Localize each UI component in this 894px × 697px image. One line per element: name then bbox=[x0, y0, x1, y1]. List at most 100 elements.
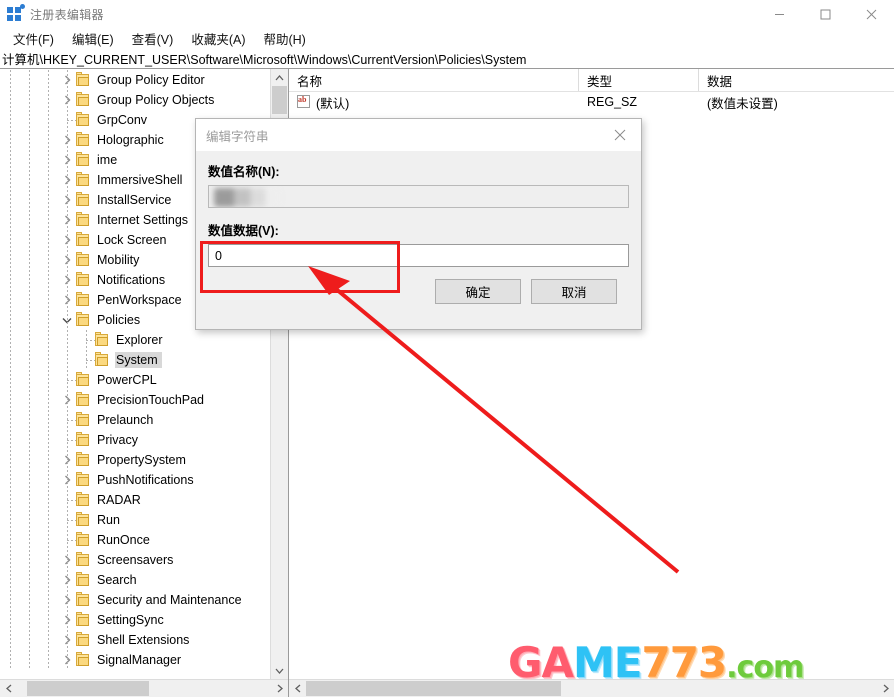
tree-guide-line bbox=[10, 470, 11, 490]
tree-item-group-policy-editor[interactable]: Group Policy Editor bbox=[0, 70, 270, 90]
value-row[interactable]: ab (默认) REG_SZ (数值未设置) bbox=[289, 92, 894, 112]
value-data-cell: (数值未设置) bbox=[707, 96, 778, 111]
tree-item-label: Mobility bbox=[97, 253, 140, 267]
registry-grid-icon bbox=[7, 4, 25, 22]
tree-guide-line bbox=[48, 310, 49, 330]
tree-item-privacy[interactable]: Privacy bbox=[0, 430, 270, 450]
folder-icon bbox=[75, 452, 91, 468]
list-hscroll-thumb[interactable] bbox=[306, 681, 561, 696]
tree-guide-line bbox=[48, 210, 49, 230]
tree-item-screensavers[interactable]: Screensavers bbox=[0, 550, 270, 570]
tree-item-security-and-maintenance[interactable]: Security and Maintenance bbox=[0, 590, 270, 610]
tree-guide-line bbox=[10, 190, 11, 210]
menu-file[interactable]: 文件(F) bbox=[4, 27, 63, 50]
tree-hscroll-track[interactable] bbox=[17, 680, 271, 697]
tree-item-label: ImmersiveShell bbox=[97, 173, 183, 187]
tree-item-label: Internet Settings bbox=[97, 213, 189, 227]
tree-item-propertysystem[interactable]: PropertySystem bbox=[0, 450, 270, 470]
tree-guide-line bbox=[10, 150, 11, 170]
folder-icon bbox=[75, 612, 91, 628]
tree-hscroll-thumb[interactable] bbox=[27, 681, 149, 696]
tree-item-explorer[interactable]: Explorer bbox=[0, 330, 270, 350]
tree-item-label: Privacy bbox=[97, 433, 138, 447]
tree-item-label: Lock Screen bbox=[97, 233, 167, 247]
tree-item-signalmanager[interactable]: SignalManager bbox=[0, 650, 270, 670]
tree-guide-line bbox=[67, 570, 68, 590]
tree-guide-line bbox=[48, 250, 49, 270]
tree-guide-line bbox=[48, 350, 49, 370]
tree-guide-line bbox=[67, 310, 68, 330]
tree-guide-line bbox=[10, 70, 11, 90]
tree-guide-line bbox=[48, 530, 49, 550]
scroll-up-icon[interactable] bbox=[271, 69, 288, 86]
scroll-left-icon[interactable] bbox=[289, 680, 306, 697]
tree-scroll-thumb[interactable] bbox=[272, 86, 287, 114]
tree-guide-line bbox=[29, 530, 30, 550]
tree-item-prelaunch[interactable]: Prelaunch bbox=[0, 410, 270, 430]
tree-guide-line bbox=[29, 350, 30, 370]
tree-item-shell-extensions[interactable]: Shell Extensions bbox=[0, 630, 270, 650]
value-name-input[interactable] bbox=[208, 185, 629, 208]
column-header-type[interactable]: 类型 bbox=[579, 69, 699, 91]
tree-guide-line bbox=[67, 350, 68, 370]
menu-favorites[interactable]: 收藏夹(A) bbox=[182, 27, 254, 50]
tree-item-search[interactable]: Search bbox=[0, 570, 270, 590]
column-header-data[interactable]: 数据 bbox=[699, 69, 879, 91]
tree-horizontal-scrollbar[interactable] bbox=[0, 679, 288, 697]
tree-guide-line bbox=[10, 390, 11, 410]
close-button[interactable] bbox=[848, 0, 894, 28]
scroll-right-icon[interactable] bbox=[877, 680, 894, 697]
tree-item-runonce[interactable]: RunOnce bbox=[0, 530, 270, 550]
tree-item-system[interactable]: System bbox=[0, 350, 270, 370]
folder-icon bbox=[75, 432, 91, 448]
tree-guide-line bbox=[10, 410, 11, 430]
menu-view[interactable]: 查看(V) bbox=[123, 27, 183, 50]
value-data-input[interactable]: 0 bbox=[208, 244, 629, 267]
tree-item-run[interactable]: Run bbox=[0, 510, 270, 530]
ok-button[interactable]: 确定 bbox=[435, 279, 521, 304]
menu-help[interactable]: 帮助(H) bbox=[254, 27, 314, 50]
tree-guide-line bbox=[10, 350, 11, 370]
tree-guide-line bbox=[67, 470, 68, 490]
dialog-close-icon[interactable] bbox=[599, 119, 641, 151]
tree-item-label: Group Policy Editor bbox=[97, 73, 205, 87]
scroll-right-icon[interactable] bbox=[271, 680, 288, 697]
list-hscroll-track[interactable] bbox=[306, 680, 877, 697]
tree-guide-line bbox=[10, 530, 11, 550]
tree-guide-line bbox=[67, 650, 68, 670]
tree-item-label: Security and Maintenance bbox=[97, 593, 242, 607]
tree-item-precisiontouchpad[interactable]: PrecisionTouchPad bbox=[0, 390, 270, 410]
menu-edit[interactable]: 编辑(E) bbox=[63, 27, 123, 50]
tree-guide-line bbox=[48, 390, 49, 410]
value-data-label: 数值数据(V): bbox=[208, 224, 279, 238]
tree-guide-line bbox=[48, 510, 49, 530]
tree-item-pushnotifications[interactable]: PushNotifications bbox=[0, 470, 270, 490]
tree-guide-line bbox=[10, 250, 11, 270]
tree-item-radar[interactable]: RADAR bbox=[0, 490, 270, 510]
tree-guide-line bbox=[48, 150, 49, 170]
folder-icon bbox=[75, 132, 91, 148]
tree-guide-line bbox=[48, 410, 49, 430]
tree-item-settingsync[interactable]: SettingSync bbox=[0, 610, 270, 630]
scroll-down-icon[interactable] bbox=[271, 662, 288, 679]
tree-guide-line bbox=[10, 570, 11, 590]
tree-item-powercpl[interactable]: PowerCPL bbox=[0, 370, 270, 390]
folder-icon bbox=[75, 192, 91, 208]
folder-icon bbox=[75, 532, 91, 548]
column-header-name[interactable]: 名称 bbox=[289, 69, 579, 91]
maximize-button[interactable] bbox=[802, 0, 848, 28]
tree-guide-line bbox=[48, 110, 49, 130]
scroll-left-icon[interactable] bbox=[0, 680, 17, 697]
tree-guide-line bbox=[29, 250, 30, 270]
list-horizontal-scrollbar[interactable] bbox=[289, 679, 894, 697]
cancel-button[interactable]: 取消 bbox=[531, 279, 617, 304]
minimize-button[interactable] bbox=[756, 0, 802, 28]
tree-guide-line bbox=[10, 130, 11, 150]
tree-item-label: System bbox=[115, 352, 162, 368]
tree-item-group-policy-objects[interactable]: Group Policy Objects bbox=[0, 90, 270, 110]
value-name-text: (默认) bbox=[316, 96, 350, 111]
folder-icon bbox=[75, 572, 91, 588]
address-bar[interactable]: 计算机\HKEY_CURRENT_USER\Software\Microsoft… bbox=[0, 49, 894, 68]
tree-item-label: PenWorkspace bbox=[97, 293, 182, 307]
tree-guide-line bbox=[67, 290, 68, 310]
